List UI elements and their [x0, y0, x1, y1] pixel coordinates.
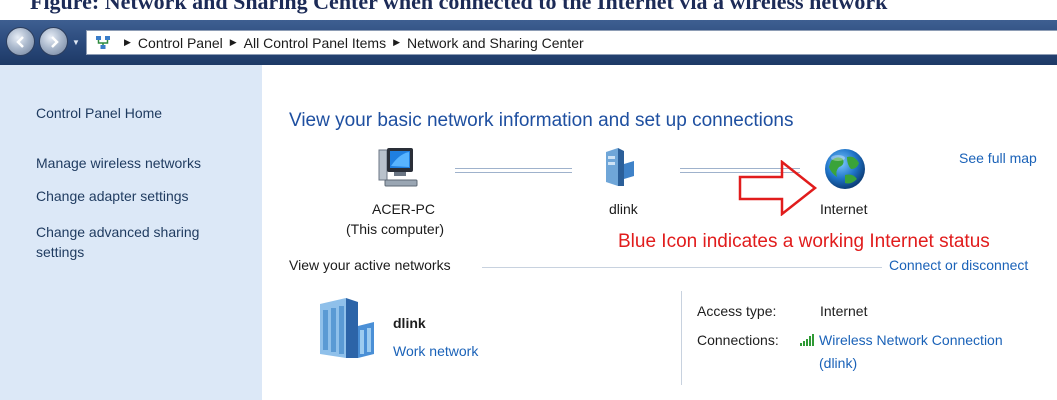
network-building-icon: [320, 298, 374, 358]
sidebar-change-advanced-sharing-cont[interactable]: settings: [36, 242, 84, 262]
access-type-label: Access type:: [697, 303, 777, 319]
connection-line-pc-router: [455, 168, 572, 173]
breadcrumb: ▶ Control Panel ▶ All Control Panel Item…: [117, 31, 584, 54]
breadcrumb-network-sharing[interactable]: Network and Sharing Center: [407, 35, 584, 51]
router-icon[interactable]: [602, 146, 636, 188]
globe-icon[interactable]: [823, 147, 867, 191]
figure-caption-strip: Figure: Network and Sharing Center when …: [0, 0, 1057, 20]
breadcrumb-separator-icon[interactable]: ▶: [230, 37, 237, 48]
computer-icon[interactable]: [377, 146, 419, 192]
recent-pages-chevron-icon[interactable]: ▼: [72, 38, 80, 47]
figure-caption: Figure: Network and Sharing Center when …: [30, 0, 888, 14]
annotation-text: Blue Icon indicates a working Internet s…: [618, 231, 990, 252]
computer-sub-label: (This computer): [346, 221, 445, 237]
wifi-signal-icon: [800, 334, 814, 346]
address-bar[interactable]: ▶ Control Panel ▶ All Control Panel Item…: [86, 30, 1057, 55]
network-sharing-icon: [96, 36, 110, 49]
back-arrow-icon: [16, 36, 24, 48]
router-name-label: dlink: [609, 201, 638, 217]
breadcrumb-separator-icon[interactable]: ▶: [124, 37, 131, 48]
network-type-link[interactable]: Work network: [393, 343, 478, 359]
breadcrumb-control-panel[interactable]: Control Panel: [138, 35, 223, 51]
internet-label: Internet: [820, 201, 868, 217]
connections-label: Connections:: [697, 332, 779, 348]
navigation-bar: ▼ ▶ Control Panel ▶ All Control Panel It…: [0, 20, 1057, 65]
active-networks-label: View your active networks: [289, 257, 451, 273]
network-name: dlink: [393, 315, 426, 331]
sidebar-manage-wireless-networks[interactable]: Manage wireless networks: [36, 153, 201, 173]
connect-or-disconnect-link[interactable]: Connect or disconnect: [889, 257, 1028, 273]
see-full-map-link[interactable]: See full map: [959, 150, 1037, 166]
sidebar-control-panel-home[interactable]: Control Panel Home: [36, 103, 162, 123]
page-title: View your basic network information and …: [289, 110, 794, 131]
wireless-connection-link[interactable]: Wireless Network Connection: [819, 332, 1003, 348]
forward-button[interactable]: [39, 27, 68, 56]
wireless-connection-link-ssid[interactable]: (dlink): [819, 355, 857, 371]
back-button[interactable]: [6, 27, 35, 56]
forward-arrow-icon: [51, 36, 59, 48]
sidebar-change-adapter-settings[interactable]: Change adapter settings: [36, 186, 189, 206]
breadcrumb-all-items[interactable]: All Control Panel Items: [244, 35, 386, 51]
network-details-divider: [681, 291, 682, 385]
breadcrumb-separator-icon[interactable]: ▶: [393, 37, 400, 48]
section-divider: [482, 267, 882, 268]
computer-name-label: ACER-PC: [372, 201, 436, 217]
access-type-value: Internet: [820, 303, 868, 319]
sidebar: Control Panel Home Manage wireless netwo…: [0, 65, 262, 400]
red-arrow-icon: [738, 160, 818, 216]
sidebar-change-advanced-sharing[interactable]: Change advanced sharing: [36, 222, 199, 242]
